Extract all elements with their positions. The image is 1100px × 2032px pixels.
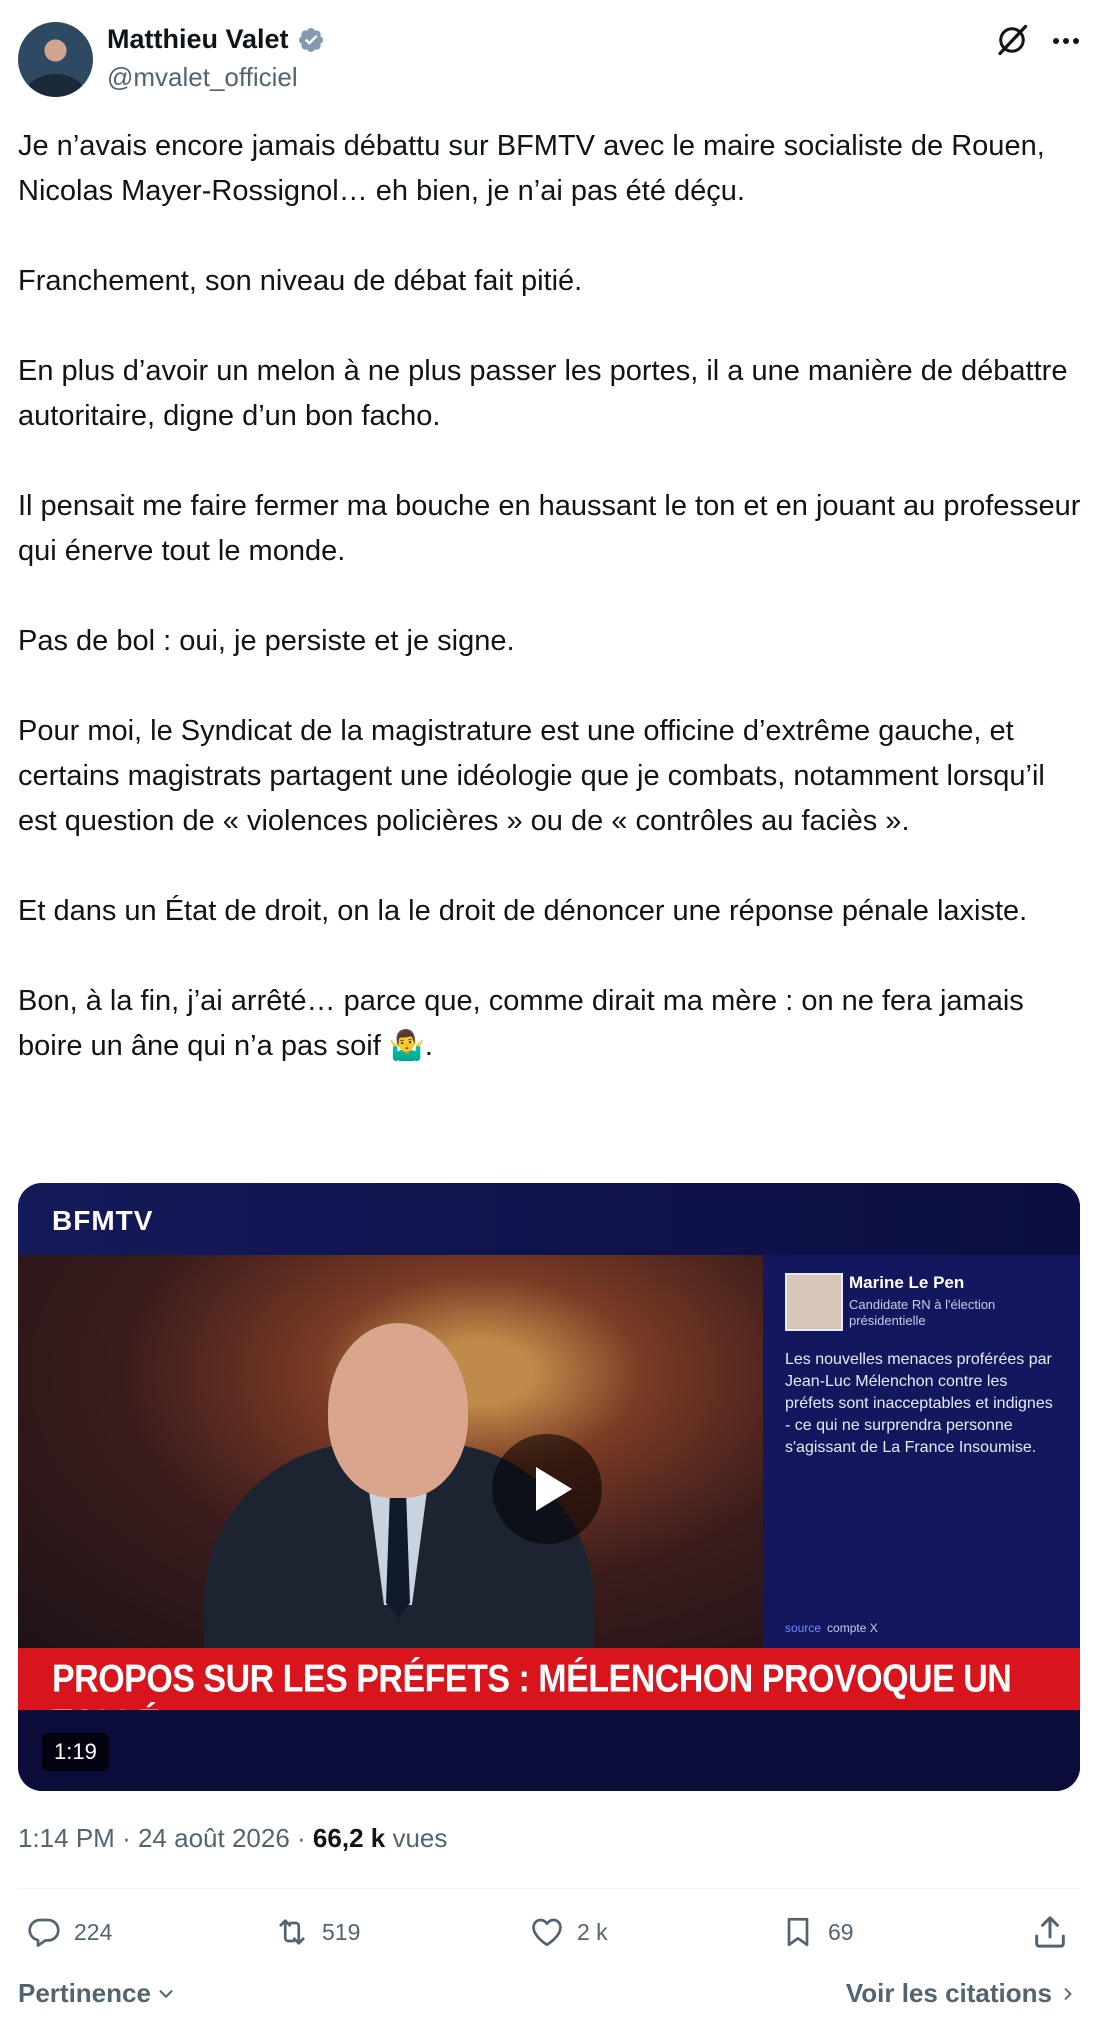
source-label: source (785, 1621, 822, 1635)
sort-dropdown[interactable]: Pertinence (18, 1978, 177, 2009)
avatar[interactable] (18, 22, 93, 97)
view-quotes-label: Voir les citations (845, 1978, 1052, 2008)
sort-label: Pertinence (18, 1978, 151, 2008)
repost-count: 519 (322, 1918, 361, 1945)
reply-icon (28, 1918, 60, 1947)
video-duration: 1:19 (42, 1733, 109, 1771)
bookmark-count: 69 (828, 1918, 854, 1945)
quote-panel-name: Marine Le Pen (849, 1273, 965, 1292)
chevron-right-icon (1064, 1987, 1072, 2000)
quote-panel-photo (785, 1273, 843, 1331)
tweet-paragraph: Bon, à la fin, j’ai arrêté… parce que, c… (18, 985, 1024, 1062)
speaker-head (328, 1323, 468, 1498)
video-topbar (18, 1183, 1080, 1255)
author-name[interactable]: Matthieu Valet (107, 24, 325, 55)
repost-button[interactable]: 519 (274, 1912, 360, 1952)
chevron-down-icon (159, 1989, 173, 1998)
source-value: compte X (827, 1621, 878, 1635)
tweet-paragraph: Il pensait me faire fermer ma bouche en … (18, 490, 1081, 567)
verified-badge-icon (298, 27, 323, 52)
tweet-paragraph: Je n’avais encore jamais débattu sur BFM… (18, 130, 1045, 207)
bfmtv-logo: BFMTV (52, 1205, 154, 1236)
reply-button[interactable]: 224 (26, 1912, 112, 1952)
share-icon[interactable] (1030, 1912, 1070, 1952)
views-count: 66,2 k (312, 1823, 386, 1853)
author-name-text[interactable]: Matthieu Valet (107, 24, 289, 55)
tweet-paragraph: Et dans un État de droit, on la le droit… (18, 895, 1028, 927)
meta-separator: · (122, 1823, 131, 1853)
like-button[interactable]: 2 k (529, 1912, 608, 1952)
tweet-paragraph: En plus d’avoir un melon à ne plus passe… (18, 355, 1068, 432)
bookmark-icon (787, 1917, 809, 1947)
video-player[interactable]: BFMTV Marine Le Pen Candidate RN à l'éle… (18, 1183, 1080, 1791)
tweet-text: Je n’avais encore jamais débattu sur BFM… (18, 124, 1083, 1114)
tweet-paragraph: Pour moi, le Syndicat de la magistrature… (18, 715, 1045, 837)
tweet-paragraph: Pas de bol : oui, je persiste et je sign… (18, 625, 515, 657)
view-quotes-link[interactable]: Voir les citations (846, 1978, 1078, 2009)
quote-panel-source: source compte X (785, 1621, 878, 1635)
tweet-meta: 1:14 PM · 24 août 2026 · 66,2 k vues (18, 1823, 447, 1854)
views-label: vues (392, 1823, 448, 1853)
play-icon (536, 1467, 572, 1511)
author-handle[interactable]: @mvalet_officiel (107, 62, 298, 93)
divider (18, 1888, 1080, 1889)
play-button[interactable] (492, 1434, 602, 1544)
like-count: 2 k (577, 1918, 608, 1945)
tweet-date[interactable]: 24 août 2026 (138, 1823, 290, 1853)
meta-separator: · (297, 1823, 306, 1853)
tweet-paragraph: Franchement, son niveau de débat fait pi… (18, 265, 583, 297)
reply-count: 224 (74, 1918, 113, 1945)
tweet-time[interactable]: 1:14 PM (18, 1823, 115, 1853)
heart-icon (532, 1918, 562, 1947)
video-bottom-bar (18, 1710, 1080, 1791)
more-options-icon[interactable] (1048, 26, 1084, 56)
grok-icon[interactable] (994, 22, 1030, 58)
quote-panel-role: Candidate RN à l'élection présidentielle (849, 1297, 996, 1328)
repost-icon (279, 1919, 305, 1945)
bookmark-button[interactable]: 69 (780, 1912, 854, 1952)
quote-panel-text: Les nouvelles menaces proférées par Jean… (785, 1351, 1053, 1456)
